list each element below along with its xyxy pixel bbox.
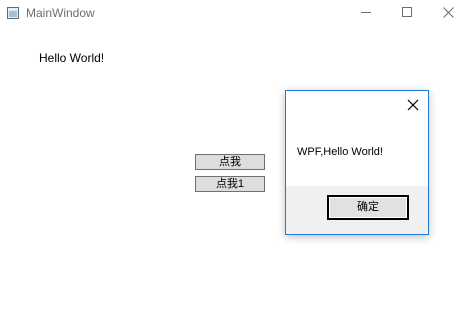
close-icon — [407, 99, 419, 111]
message-box-dialog: WPF,Hello World! 确定 — [285, 90, 429, 235]
window-title: MainWindow — [26, 6, 95, 20]
maximize-button[interactable] — [388, 0, 426, 26]
hello-label: Hello World! — [39, 51, 105, 65]
close-icon — [443, 7, 454, 18]
dialog-message: WPF,Hello World! — [297, 146, 383, 158]
ok-button[interactable]: 确定 — [327, 195, 409, 220]
click-me-button[interactable]: 点我 — [195, 154, 265, 170]
close-button[interactable] — [429, 0, 467, 26]
title-bar[interactable]: MainWindow — [0, 0, 474, 26]
app-window-icon — [7, 7, 19, 19]
minimize-button[interactable] — [347, 0, 385, 26]
dialog-footer: 确定 — [286, 186, 428, 234]
dialog-close-button[interactable] — [406, 98, 420, 112]
click-me-1-button[interactable]: 点我1 — [195, 176, 265, 192]
main-window: MainWindow Hello World! 点我 点我1 WPF,Hello… — [0, 0, 474, 316]
maximize-icon — [402, 7, 412, 17]
minimize-icon — [361, 12, 371, 13]
